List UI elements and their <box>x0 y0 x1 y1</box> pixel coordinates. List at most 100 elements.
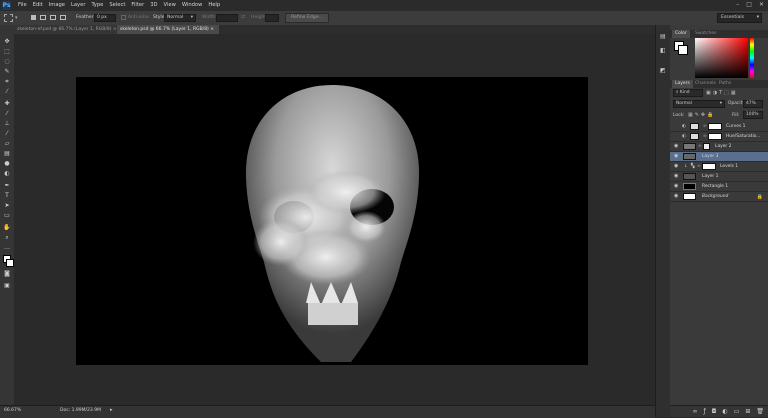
link-layers-icon[interactable]: ∞ <box>693 408 698 415</box>
dodge-tool-icon[interactable]: ◐ <box>3 171 11 177</box>
marquee-preset-icon[interactable] <box>4 14 13 22</box>
restore-icon[interactable]: □ <box>746 1 752 8</box>
marquee-tool-icon[interactable]: ⬚ <box>3 49 11 55</box>
layer-thumbnail <box>683 193 696 200</box>
eye-icon[interactable]: ◉ <box>674 164 679 169</box>
hand-tool-icon[interactable]: ✋ <box>3 225 11 231</box>
menu-file[interactable]: File <box>18 0 27 11</box>
more-tools-icon[interactable]: … <box>3 245 11 251</box>
pen-tool-icon[interactable]: ✒ <box>3 183 11 189</box>
status-bar: 66.67% Doc: 1.99M/23.9M ▸ <box>0 405 655 418</box>
feather-input[interactable]: 0 px <box>94 14 116 22</box>
tab-skeleton-ef[interactable]: skeleton-ef.psd @ 66.7% (Layer 1, RGB/8)… <box>14 25 117 34</box>
history-brush-tool-icon[interactable]: ⁄ <box>3 131 11 137</box>
new-group-icon[interactable]: ▭ <box>734 408 740 415</box>
quick-mask-icon[interactable]: ◙ <box>3 271 11 277</box>
menu-view[interactable]: View <box>164 0 176 11</box>
fill-input[interactable]: 100% <box>743 111 763 119</box>
tab-channels[interactable]: Channels <box>692 80 719 88</box>
layer-curves-1[interactable]: ◐ ∞ Curves 1 <box>670 122 768 132</box>
chevron-down-icon[interactable]: ▾ <box>15 15 18 21</box>
tab-color[interactable]: Color <box>672 30 690 38</box>
lock-icons[interactable]: ▦✎✥🔒 <box>688 112 715 118</box>
properties-panel-icon[interactable]: ◧ <box>660 47 666 54</box>
menu-window[interactable]: Window <box>182 0 202 11</box>
background-color-chip[interactable] <box>678 45 688 55</box>
layer-background[interactable]: ◉ Background 🔒 <box>670 192 768 202</box>
menu-image[interactable]: Image <box>49 0 65 11</box>
menu-layer[interactable]: Layer <box>71 0 85 11</box>
width-input[interactable] <box>216 14 238 22</box>
document-canvas[interactable] <box>76 77 588 365</box>
opacity-input[interactable]: 47% <box>743 100 763 108</box>
status-menu-icon[interactable]: ▸ <box>110 407 113 413</box>
eye-icon[interactable]: ◉ <box>674 144 679 149</box>
minimize-icon[interactable]: – <box>736 1 739 8</box>
eye-icon[interactable]: ◉ <box>674 174 679 179</box>
height-input[interactable] <box>265 14 279 22</box>
zoom-tool-icon[interactable]: ⌕ <box>3 235 11 241</box>
color-field[interactable] <box>695 38 748 78</box>
tab-swatches[interactable]: Swatches <box>692 30 720 38</box>
layer-3[interactable]: ◉ Layer 3 <box>670 152 768 162</box>
layer-hue-saturation[interactable]: ◐ ∞ Hue/Saturatio... <box>670 132 768 142</box>
swap-icon[interactable]: ⇄ <box>241 14 245 20</box>
gradient-tool-icon[interactable]: ▤ <box>3 151 11 157</box>
new-selection-icon[interactable] <box>31 15 36 20</box>
quick-selection-tool-icon[interactable]: ✎ <box>3 69 11 75</box>
tab-skeleton[interactable]: skeleton.psd @ 66.7% (Layer 1, RGB/8) × <box>117 25 219 34</box>
blur-tool-icon[interactable]: ● <box>3 161 11 167</box>
menu-type[interactable]: Type <box>91 0 103 11</box>
layer-levels-1[interactable]: ◉ ↓ ▚ ∞ Levels 1 <box>670 162 768 172</box>
visibility-off-icon[interactable] <box>674 124 679 129</box>
eye-icon[interactable]: ◉ <box>674 194 679 199</box>
lasso-tool-icon[interactable]: ◌ <box>3 59 11 65</box>
layer-2[interactable]: ◉ ∞ Layer 2 <box>670 142 768 152</box>
menu-filter[interactable]: Filter <box>131 0 144 11</box>
menu-edit[interactable]: Edit <box>33 0 43 11</box>
background-color-swatch[interactable] <box>6 259 14 267</box>
style-select[interactable]: Normal ▾ <box>164 14 196 22</box>
menu-help[interactable]: Help <box>208 0 220 11</box>
crop-tool-icon[interactable]: ⌗ <box>3 79 11 85</box>
history-panel-icon[interactable]: ▤ <box>660 33 666 40</box>
menu-select[interactable]: Select <box>109 0 125 11</box>
trash-icon[interactable]: 🗑 <box>756 408 764 415</box>
screen-mode-icon[interactable]: ▣ <box>3 283 11 289</box>
adjustment-layer-icon[interactable]: ◐ <box>722 408 727 415</box>
tab-layers[interactable]: Layers <box>672 80 693 88</box>
layer-1[interactable]: ◉ Layer 1 <box>670 172 768 182</box>
eyedropper-tool-icon[interactable]: ⁄ <box>3 89 11 95</box>
tab-paths[interactable]: Paths <box>716 80 734 88</box>
workspace-select[interactable]: Essentials ▾ <box>717 13 762 23</box>
type-tool-icon[interactable]: T <box>3 193 11 199</box>
visibility-off-icon[interactable] <box>674 134 679 139</box>
antialias-checkbox[interactable] <box>121 15 126 20</box>
eye-icon[interactable]: ◉ <box>674 154 679 159</box>
subtract-selection-icon[interactable] <box>50 15 56 20</box>
new-layer-icon[interactable]: ⊞ <box>745 408 750 415</box>
refine-edge-button[interactable]: Refine Edge... <box>285 13 329 23</box>
intersect-selection-icon[interactable] <box>60 15 66 20</box>
kind-label: Kind <box>679 90 690 95</box>
healing-brush-tool-icon[interactable]: ✚ <box>3 101 11 107</box>
add-selection-icon[interactable] <box>40 15 46 20</box>
add-mask-icon[interactable]: ◘ <box>712 408 717 415</box>
brush-tool-icon[interactable]: ⁄ <box>3 111 11 117</box>
adjustments-panel-icon[interactable]: ◩ <box>660 67 666 74</box>
eraser-tool-icon[interactable]: ▱ <box>3 141 11 147</box>
layer-rectangle-1[interactable]: ◉ Rectangle 1 <box>670 182 768 192</box>
close-icon[interactable]: ✕ <box>759 1 764 8</box>
layer-filter-icons[interactable]: ▣◑T⬚▦ <box>706 90 738 96</box>
eye-icon[interactable]: ◉ <box>674 184 679 189</box>
path-selection-tool-icon[interactable]: ➤ <box>3 203 11 209</box>
move-tool-icon[interactable]: ✥ <box>3 39 11 45</box>
menu-3d[interactable]: 3D <box>150 0 157 11</box>
clone-stamp-tool-icon[interactable]: ⊥ <box>3 121 11 127</box>
shape-tool-icon[interactable]: ▭ <box>3 213 11 219</box>
filter-kind-select[interactable]: ⌕ Kind <box>673 89 703 97</box>
hue-slider[interactable] <box>750 38 754 78</box>
layer-style-icon[interactable]: ƒ <box>704 408 706 415</box>
zoom-level[interactable]: 66.67% <box>4 408 21 413</box>
blend-mode-select[interactable]: Normal ▾ <box>673 100 725 108</box>
